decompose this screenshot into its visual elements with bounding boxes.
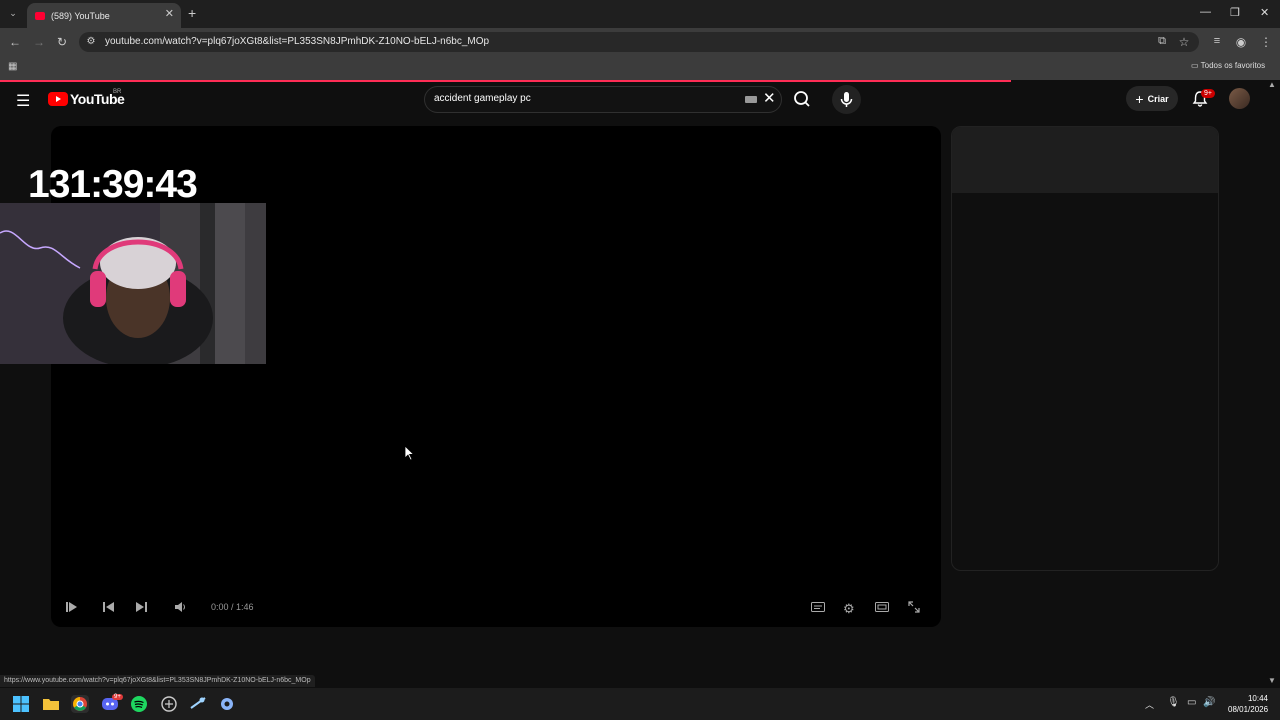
media-control-icon[interactable]: ≡ bbox=[1210, 35, 1224, 47]
playback-time: 0:00 / 1:46 bbox=[211, 602, 254, 612]
play-icon[interactable] bbox=[66, 601, 78, 616]
chrome-icon[interactable] bbox=[71, 695, 89, 713]
microphone-icon bbox=[840, 92, 853, 107]
close-window-icon[interactable]: ✕ bbox=[1260, 6, 1269, 19]
profile-icon[interactable]: ◉ bbox=[1234, 35, 1248, 49]
steam-icon[interactable] bbox=[189, 695, 207, 713]
tab-search-icon[interactable]: ⌄ bbox=[6, 6, 20, 20]
region-code: BR bbox=[113, 89, 122, 95]
bookmarks-bar bbox=[0, 56, 1280, 80]
windows-start-icon[interactable] bbox=[12, 695, 30, 713]
forward-icon[interactable]: → bbox=[32, 35, 46, 49]
bookmark-star-icon[interactable]: ☆ bbox=[1177, 35, 1191, 49]
scroll-up-arrow-icon[interactable]: ▲ bbox=[1268, 80, 1276, 89]
browser-tab-youtube[interactable]: (589) YouTube ✕ bbox=[27, 3, 181, 28]
discord-badge: 9+ bbox=[112, 694, 123, 700]
url-text[interactable]: youtube.com/watch?v=plq67joXGt8&list=PL3… bbox=[105, 36, 489, 47]
youtube-logo[interactable]: YouTube BR bbox=[48, 89, 125, 107]
previous-icon[interactable] bbox=[103, 601, 115, 616]
app-icon[interactable] bbox=[160, 695, 178, 713]
youtube-play-icon bbox=[48, 92, 68, 106]
voice-search-button[interactable] bbox=[832, 85, 861, 114]
volume-icon[interactable] bbox=[174, 601, 186, 616]
reload-icon[interactable]: ↻ bbox=[55, 35, 69, 49]
webcam-image bbox=[0, 203, 266, 364]
system-clock[interactable]: 10:44 08/01/2026 bbox=[1228, 693, 1268, 715]
stream-overlay-timer: 131:39:43 bbox=[28, 163, 198, 206]
settings-app-icon[interactable] bbox=[218, 695, 236, 713]
site-info-icon[interactable]: ⚙ bbox=[84, 36, 98, 47]
microphone-tray-icon[interactable]: 🎙 bbox=[1167, 697, 1180, 708]
search-input[interactable]: accident gameplay pc bbox=[434, 93, 531, 104]
new-tab-icon[interactable]: + bbox=[188, 5, 196, 21]
fullscreen-icon[interactable] bbox=[908, 601, 920, 616]
settings-gear-icon[interactable]: ⚙ bbox=[843, 601, 855, 617]
all-bookmarks-folder[interactable]: ▭ Todos os favoritos bbox=[1191, 61, 1265, 70]
page-loading-bar bbox=[0, 80, 1012, 82]
hover-link-status: https://www.youtube.com/watch?v=plq67joX… bbox=[0, 675, 315, 687]
apps-grid-icon[interactable]: ▦ bbox=[8, 61, 17, 72]
network-icon[interactable]: ▭ bbox=[1187, 697, 1196, 708]
account-avatar[interactable] bbox=[1229, 88, 1250, 109]
keyboard-icon[interactable] bbox=[745, 96, 757, 103]
clock-date: 08/01/2026 bbox=[1228, 705, 1269, 714]
next-icon[interactable] bbox=[135, 601, 147, 616]
webcam-overlay bbox=[0, 203, 266, 364]
subtitles-icon[interactable] bbox=[811, 601, 825, 616]
mouse-cursor-icon bbox=[404, 445, 416, 466]
create-button[interactable]: + Criar bbox=[1126, 86, 1178, 111]
tab-title: (589) YouTube bbox=[51, 10, 110, 21]
side-panel-placeholder bbox=[951, 126, 1219, 571]
theater-mode-icon[interactable] bbox=[875, 601, 889, 616]
notifications-badge: 9+ bbox=[1201, 89, 1215, 98]
browser-menu-icon[interactable]: ⋮ bbox=[1259, 35, 1273, 49]
clock-time: 10:44 bbox=[1247, 694, 1268, 703]
close-tab-icon[interactable]: ✕ bbox=[165, 7, 174, 20]
show-hidden-icons-icon[interactable]: ︿ bbox=[1145, 698, 1154, 711]
youtube-favicon-icon bbox=[35, 11, 45, 20]
create-label: Criar bbox=[1147, 93, 1169, 104]
bookmarks-folder-label: Todos os favoritos bbox=[1200, 61, 1266, 70]
restore-icon[interactable]: ❐ bbox=[1230, 6, 1240, 19]
plus-icon: + bbox=[1135, 90, 1144, 107]
back-icon[interactable]: ← bbox=[8, 35, 22, 49]
speaker-icon[interactable]: 🔊 bbox=[1203, 697, 1215, 708]
scroll-down-arrow-icon[interactable]: ▼ bbox=[1268, 676, 1276, 685]
spotify-icon[interactable] bbox=[130, 695, 148, 713]
side-panel-header-placeholder bbox=[952, 127, 1218, 193]
clear-search-icon[interactable]: ✕ bbox=[763, 89, 776, 107]
hamburger-menu-icon[interactable]: ☰ bbox=[16, 91, 30, 111]
install-app-icon[interactable]: ⧉ bbox=[1155, 35, 1169, 48]
search-icon bbox=[794, 91, 810, 107]
file-explorer-icon[interactable] bbox=[42, 695, 60, 713]
folder-icon: ▭ bbox=[1191, 61, 1201, 70]
search-button[interactable] bbox=[786, 86, 818, 113]
minimize-icon[interactable]: — bbox=[1200, 6, 1211, 18]
